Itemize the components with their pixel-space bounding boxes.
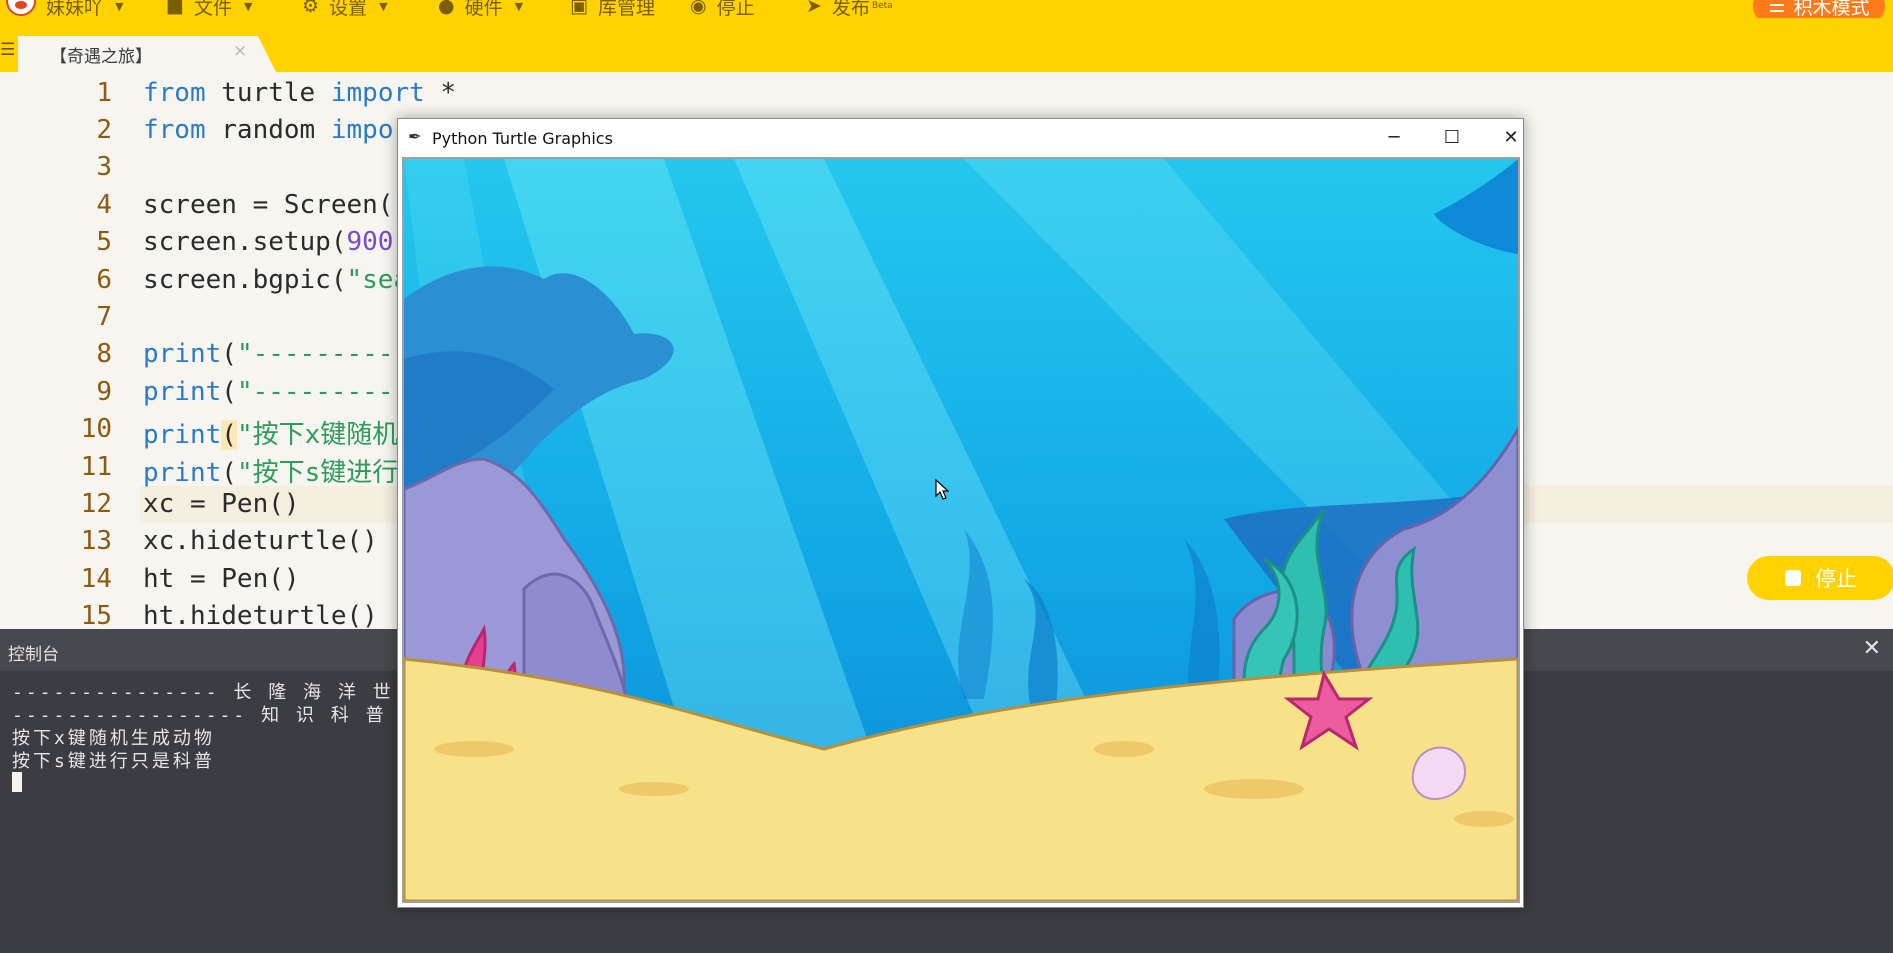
tab-file-label: 【奇遇之旅】 <box>50 47 152 67</box>
user-name: 妹妹吖 <box>46 0 104 18</box>
run-stop-button[interactable]: 停止 <box>1747 556 1893 600</box>
code-text: ( <box>221 377 237 407</box>
tab-close-icon[interactable]: × <box>233 41 247 61</box>
chevron-down-icon: ▼ <box>514 0 524 13</box>
line-number: 1 <box>96 78 112 108</box>
line-number: 9 <box>96 377 112 407</box>
underwater-background-image <box>404 159 1518 901</box>
line-number: 7 <box>96 302 112 332</box>
hardware-menu-label: 硬件 <box>464 0 503 18</box>
line-number: 5 <box>96 227 112 257</box>
line-number: 15 <box>80 601 112 629</box>
code-line-9: print("--------- <box>143 377 393 407</box>
string-literal: "--------- <box>236 339 394 369</box>
code-line-8: print("--------- <box>143 339 393 369</box>
string-literal: "--------- <box>236 377 394 407</box>
matched-paren: ( <box>221 420 237 450</box>
top-menu-bar: 妹妹吖 ▼ ■ 文件 ▼ ⚙ 设置 ▼ ● 硬件 ▼ ▣ 库管理 ◉ 停止 ➤ … <box>0 0 1893 18</box>
code-line-10: print("按下x键随机 <box>143 414 398 451</box>
gear-icon: ⚙ <box>302 0 320 17</box>
console-input-cursor[interactable] <box>12 772 22 792</box>
file-menu-label: 文件 <box>193 0 232 18</box>
code-line-11: print("按下s键进行 <box>143 452 398 489</box>
chevron-down-icon: ▼ <box>379 0 388 13</box>
user-avatar[interactable] <box>6 0 36 16</box>
code-line-2: from random impor <box>143 115 409 145</box>
keyword: import <box>330 78 425 108</box>
library-icon: ▣ <box>570 0 588 17</box>
hamburger-menu-icon[interactable]: ☰ <box>0 40 16 60</box>
code-text: screen.bgpic( <box>143 265 347 295</box>
keyword: print <box>143 458 222 488</box>
file-menu[interactable]: ■ 文件 ▼ <box>166 0 252 18</box>
line-number: 4 <box>96 190 112 220</box>
settings-menu[interactable]: ⚙ 设置 ▼ <box>302 0 388 18</box>
code-text: screen.setup( <box>143 227 347 257</box>
run-stop-label: 停止 <box>1815 567 1857 591</box>
code-line-1: from turtle import * <box>143 78 456 108</box>
line-number: 10 <box>80 414 112 444</box>
chevron-down-icon: ▼ <box>115 0 124 13</box>
line-number: 2 <box>96 115 112 145</box>
mouse-pointer-icon <box>935 479 949 500</box>
window-close-button[interactable]: ✕ <box>1488 123 1534 151</box>
user-menu[interactable]: 妹妹吖 ▼ <box>46 0 123 18</box>
code-line-4: screen = Screen() <box>143 190 410 220</box>
code-text: turtle <box>205 78 331 108</box>
string-literal: "按下s键进行 <box>236 458 399 488</box>
minimize-button[interactable]: ─ <box>1371 123 1417 151</box>
keyword: from <box>143 115 206 145</box>
window-title: Python Turtle Graphics <box>432 129 613 148</box>
line-number: 6 <box>96 265 112 295</box>
keyword: print <box>143 339 222 369</box>
code-line-5: screen.setup(900, <box>143 227 409 257</box>
code-text: ( <box>221 339 237 369</box>
stop-circle-icon: ◉ <box>690 0 707 17</box>
hardware-icon: ● <box>438 0 455 17</box>
code-text: random <box>205 115 331 145</box>
code-text: ( <box>221 458 237 488</box>
console-line: 按下s键进行只是科普 <box>12 751 215 772</box>
keyword: print <box>143 377 222 407</box>
blocks-icon: ☰ <box>1768 0 1786 17</box>
keyword: from <box>143 78 206 108</box>
tab-bar <box>0 18 1893 72</box>
line-number: 14 <box>80 564 112 594</box>
code-line-15: ht.hideturtle() <box>143 601 378 629</box>
code-line-12: xc = Pen() <box>143 489 300 519</box>
number-literal: 900 <box>346 227 394 257</box>
paper-plane-icon: ➤ <box>806 0 822 17</box>
line-number: 3 <box>96 152 112 182</box>
turtle-canvas[interactable] <box>402 157 1520 903</box>
line-number: 13 <box>80 526 112 556</box>
console-title: 控制台 <box>8 645 59 665</box>
stop-menu[interactable]: ◉ 停止 <box>690 0 755 18</box>
code-line-14: ht = Pen() <box>143 564 300 594</box>
line-number: 8 <box>96 339 112 369</box>
maximize-button[interactable]: ☐ <box>1429 123 1475 151</box>
blocks-mode-button[interactable]: ☰ 积木模式 <box>1753 0 1885 18</box>
code-line-13: xc.hideturtle() <box>143 526 378 556</box>
hardware-menu[interactable]: ● 硬件 ▼ <box>438 0 523 18</box>
line-number: 12 <box>80 489 112 519</box>
string-literal: "按下x键随机 <box>236 420 399 450</box>
publish-menu-label: 发布 <box>831 0 870 18</box>
console-close-icon[interactable]: ✕ <box>1863 636 1881 661</box>
stop-menu-label: 停止 <box>716 0 755 18</box>
settings-menu-label: 设置 <box>329 0 368 18</box>
code-text: * <box>424 78 457 108</box>
keyword: print <box>143 420 222 450</box>
blocks-mode-label: 积木模式 <box>1793 0 1870 18</box>
turtle-graphics-window[interactable]: ✒ Python Turtle Graphics ─ ☐ ✕ <box>397 118 1524 908</box>
library-menu[interactable]: ▣ 库管理 <box>570 0 655 18</box>
line-number: 11 <box>80 452 112 482</box>
folder-icon: ■ <box>166 0 184 17</box>
library-menu-label: 库管理 <box>597 0 655 18</box>
publish-menu[interactable]: ➤ 发布 Beta <box>806 0 893 18</box>
chevron-down-icon: ▼ <box>243 0 253 13</box>
stop-square-icon <box>1785 570 1801 586</box>
code-line-6: screen.bgpic("sea <box>143 265 409 295</box>
beta-badge: Beta <box>871 1 893 11</box>
feather-icon: ✒ <box>408 127 422 146</box>
